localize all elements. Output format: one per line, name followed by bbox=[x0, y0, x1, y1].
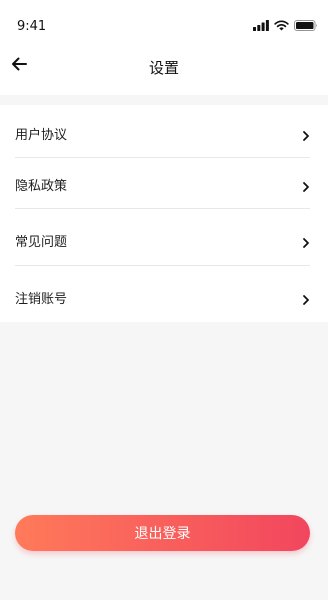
logout-button[interactable]: 退出登录 bbox=[15, 515, 310, 551]
chevron-right-icon bbox=[302, 178, 310, 192]
settings-screen: 9:41 设置 用户协议 隐私政策 常见问题 注销账号 退出登录 bbox=[0, 0, 328, 600]
wifi-icon bbox=[274, 19, 289, 31]
menu-item-faq[interactable]: 常见问题 bbox=[15, 214, 310, 266]
menu-item-privacy-policy[interactable]: 隐私政策 bbox=[15, 158, 310, 210]
chevron-right-icon bbox=[302, 127, 310, 141]
status-bar: 9:41 bbox=[0, 0, 328, 48]
chevron-right-icon bbox=[302, 291, 310, 305]
menu-item-delete-account[interactable]: 注销账号 bbox=[15, 271, 310, 323]
page-title: 设置 bbox=[148, 59, 179, 77]
nav-bar: 设置 bbox=[0, 48, 328, 84]
status-time: 9:41 bbox=[17, 19, 47, 34]
divider bbox=[15, 265, 310, 266]
settings-menu: 用户协议 隐私政策 常见问题 注销账号 bbox=[0, 105, 328, 322]
menu-item-label: 注销账号 bbox=[15, 292, 68, 307]
status-icons bbox=[253, 19, 318, 31]
battery-icon bbox=[294, 19, 318, 31]
menu-item-user-agreement[interactable]: 用户协议 bbox=[15, 107, 310, 159]
menu-item-label: 隐私政策 bbox=[15, 179, 68, 194]
menu-item-label: 用户协议 bbox=[15, 128, 68, 143]
signal-icon bbox=[253, 19, 269, 31]
divider bbox=[15, 208, 310, 209]
menu-item-label: 常见问题 bbox=[15, 235, 68, 250]
chevron-right-icon bbox=[302, 234, 310, 248]
